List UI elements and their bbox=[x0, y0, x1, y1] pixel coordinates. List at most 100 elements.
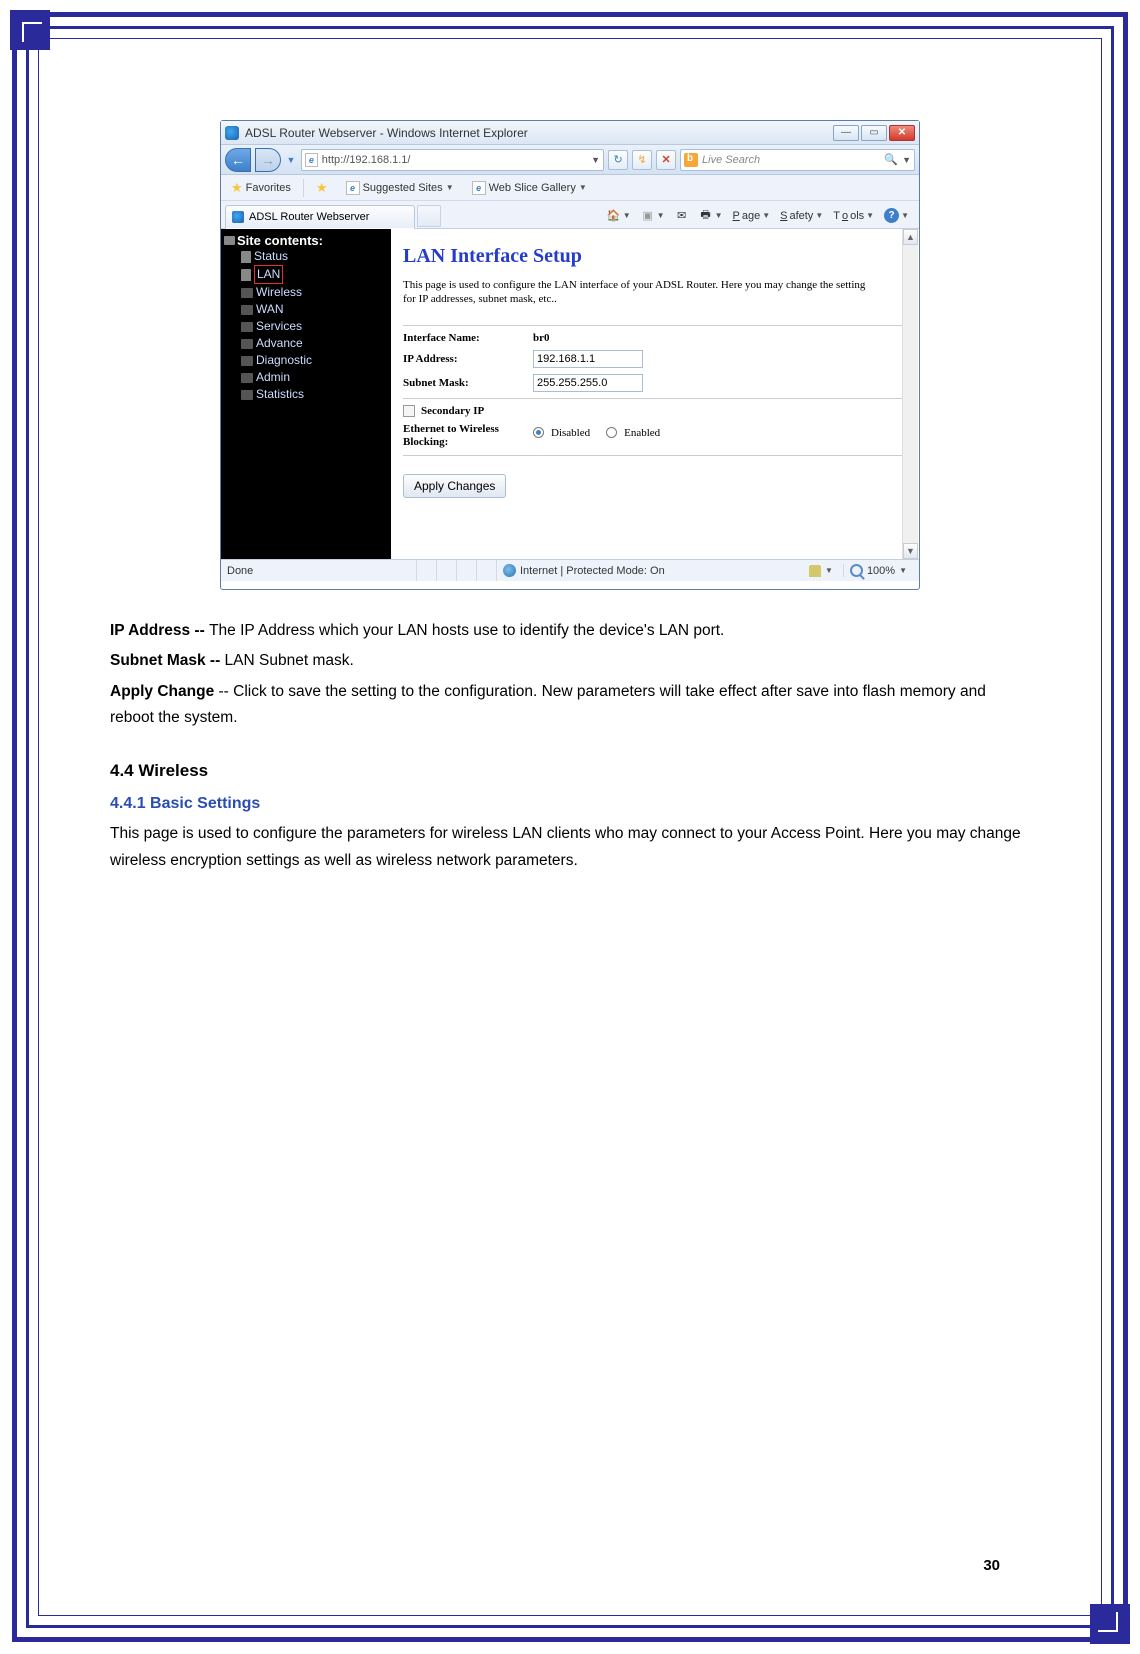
ip-address-term: IP Address -- bbox=[110, 622, 209, 639]
subsection-heading: 4.4.1 Basic Settings bbox=[110, 790, 1030, 817]
maximize-button[interactable]: ▭ bbox=[861, 125, 887, 141]
dropdown-icon: ▼ bbox=[579, 183, 587, 192]
favorites-label: Favorites bbox=[246, 182, 291, 194]
sidebar-item-statistics[interactable]: Statistics bbox=[221, 386, 391, 403]
status-segment bbox=[476, 560, 496, 581]
ip-address-row: IP Address: bbox=[403, 350, 903, 368]
enabled-radio[interactable] bbox=[606, 427, 617, 438]
web-slice-button[interactable]: e Web Slice Gallery ▼ bbox=[466, 178, 593, 198]
section-heading: 4.4 Wireless bbox=[110, 757, 1030, 786]
suggested-sites-button[interactable]: e Suggested Sites ▼ bbox=[340, 178, 460, 198]
sidebar-item-admin[interactable]: Admin bbox=[221, 369, 391, 386]
secondary-ip-label: Secondary IP bbox=[421, 405, 484, 417]
stop-button[interactable]: ✕ bbox=[656, 150, 676, 170]
address-bar[interactable]: e ▼ bbox=[301, 149, 604, 171]
search-box[interactable]: Live Search 🔍 ▼ bbox=[680, 149, 915, 171]
sidebar-root[interactable]: Site contents: bbox=[221, 233, 391, 248]
apply-change-text: -- Click to save the setting to the conf… bbox=[110, 683, 986, 726]
browser-window: ADSL Router Webserver - Windows Internet… bbox=[220, 120, 920, 590]
search-dropdown-icon[interactable]: ▼ bbox=[902, 155, 911, 165]
refresh-button[interactable]: ↻ bbox=[608, 150, 628, 170]
router-sidebar: Site contents: Status LAN Wireless WAN S… bbox=[221, 229, 391, 559]
sidebar-item-wan[interactable]: WAN bbox=[221, 301, 391, 318]
document-body: IP Address -- The IP Address which your … bbox=[110, 618, 1030, 874]
divider bbox=[403, 455, 903, 456]
wireless-paragraph: This page is used to configure the param… bbox=[110, 821, 1030, 874]
nav-history-dropdown[interactable]: ▼ bbox=[285, 155, 297, 165]
ip-address-input[interactable] bbox=[533, 350, 643, 368]
zoom-text: 100% bbox=[867, 565, 895, 577]
subnet-mask-term: Subnet Mask -- bbox=[110, 652, 225, 669]
sidebar-item-services[interactable]: Services bbox=[221, 318, 391, 335]
vertical-scrollbar[interactable]: ▲ ▼ bbox=[902, 229, 918, 559]
interface-name-row: Interface Name: br0 bbox=[403, 332, 903, 344]
subnet-mask-input[interactable] bbox=[533, 374, 643, 392]
compat-button[interactable]: ↯ bbox=[632, 150, 652, 170]
security-zone: Internet | Protected Mode: On bbox=[496, 560, 671, 581]
dropdown-icon: ▼ bbox=[446, 183, 454, 192]
search-placeholder: Live Search bbox=[702, 154, 880, 166]
help-icon: ? bbox=[884, 208, 899, 223]
divider bbox=[403, 325, 903, 326]
back-button[interactable]: ← bbox=[225, 148, 251, 172]
sidebar-item-wireless[interactable]: Wireless bbox=[221, 284, 391, 301]
tab-bar: ADSL Router Webserver 🏠▼ ▣▼ ✉ 🖶▼ PPageag… bbox=[221, 201, 919, 229]
router-main-content: LAN Interface Setup This page is used to… bbox=[391, 229, 919, 559]
safety-menu[interactable]: SSafetyafety ▼ bbox=[776, 208, 827, 224]
favorites-star-button[interactable]: ★ bbox=[310, 177, 334, 199]
browser-statusbar: Done Internet | Protected Mode: On ▼ 100… bbox=[221, 559, 919, 581]
close-button[interactable]: ✕ bbox=[889, 125, 915, 141]
new-tab-button[interactable] bbox=[417, 205, 441, 227]
divider bbox=[403, 398, 903, 399]
forward-button[interactable]: → bbox=[255, 148, 281, 172]
home-button[interactable]: 🏠▼ bbox=[603, 207, 635, 225]
page-menu[interactable]: PPageage ▼ bbox=[728, 208, 774, 224]
sidebar-item-diagnostic[interactable]: Diagnostic bbox=[221, 352, 391, 369]
apply-change-term: Apply Change bbox=[110, 683, 219, 700]
scroll-down-button[interactable]: ▼ bbox=[903, 543, 918, 559]
security-icon[interactable] bbox=[809, 565, 821, 577]
help-button[interactable]: ?▼ bbox=[880, 206, 913, 225]
feeds-button[interactable]: ▣▼ bbox=[637, 207, 669, 225]
command-bar: 🏠▼ ▣▼ ✉ 🖶▼ PPageage ▼ SSafetyafety ▼ ToT… bbox=[603, 206, 919, 228]
disabled-radio[interactable] bbox=[533, 427, 544, 438]
zoom-button[interactable]: 100% ▼ bbox=[843, 564, 913, 577]
zoom-icon bbox=[850, 564, 863, 577]
sidebar-item-status[interactable]: Status bbox=[221, 248, 391, 265]
scroll-up-button[interactable]: ▲ bbox=[903, 229, 918, 245]
url-input[interactable] bbox=[322, 154, 587, 166]
zoom-control: ▼ 100% ▼ bbox=[803, 564, 919, 577]
ip-address-desc: IP Address -- The IP Address which your … bbox=[110, 618, 1030, 644]
corner-decoration-br bbox=[1090, 1604, 1130, 1644]
sidebar-item-lan[interactable]: LAN bbox=[221, 265, 391, 284]
suggested-sites-label: Suggested Sites bbox=[363, 182, 443, 194]
page-content: ADSL Router Webserver - Windows Internet… bbox=[110, 120, 1030, 878]
minimize-button[interactable]: — bbox=[833, 125, 859, 141]
page-icon: e bbox=[472, 181, 486, 195]
eth-block-row: Ethernet to Wireless Blocking: Disabled … bbox=[403, 423, 903, 449]
interface-name-value: br0 bbox=[533, 332, 550, 344]
rss-icon: ▣ bbox=[641, 209, 655, 223]
page-number: 30 bbox=[983, 1557, 1000, 1574]
separator bbox=[303, 179, 304, 197]
print-button[interactable]: 🖶▼ bbox=[695, 207, 727, 225]
secondary-ip-checkbox[interactable] bbox=[403, 405, 415, 417]
disabled-label: Disabled bbox=[551, 427, 590, 439]
secondary-ip-row: Secondary IP bbox=[403, 405, 903, 417]
ip-address-text: The IP Address which your LAN hosts use … bbox=[209, 622, 724, 639]
home-icon: 🏠 bbox=[607, 209, 621, 223]
search-icon[interactable]: 🔍 bbox=[884, 153, 898, 166]
apply-change-desc: Apply Change -- Click to save the settin… bbox=[110, 679, 1030, 732]
tools-menu[interactable]: ToToolsols ▼ bbox=[829, 208, 878, 224]
favorites-button[interactable]: ★ Favorites bbox=[225, 177, 297, 199]
sidebar-item-advance[interactable]: Advance bbox=[221, 335, 391, 352]
browser-tab[interactable]: ADSL Router Webserver bbox=[225, 205, 415, 229]
print-icon: 🖶 bbox=[699, 209, 713, 223]
apply-changes-button[interactable]: Apply Changes bbox=[403, 474, 506, 498]
window-titlebar: ADSL Router Webserver - Windows Internet… bbox=[221, 121, 919, 145]
star-icon: ★ bbox=[231, 180, 243, 196]
tab-title: ADSL Router Webserver bbox=[249, 211, 369, 223]
url-dropdown-icon[interactable]: ▼ bbox=[591, 155, 600, 165]
mail-button[interactable]: ✉ bbox=[671, 207, 693, 225]
subnet-mask-label: Subnet Mask: bbox=[403, 377, 533, 389]
